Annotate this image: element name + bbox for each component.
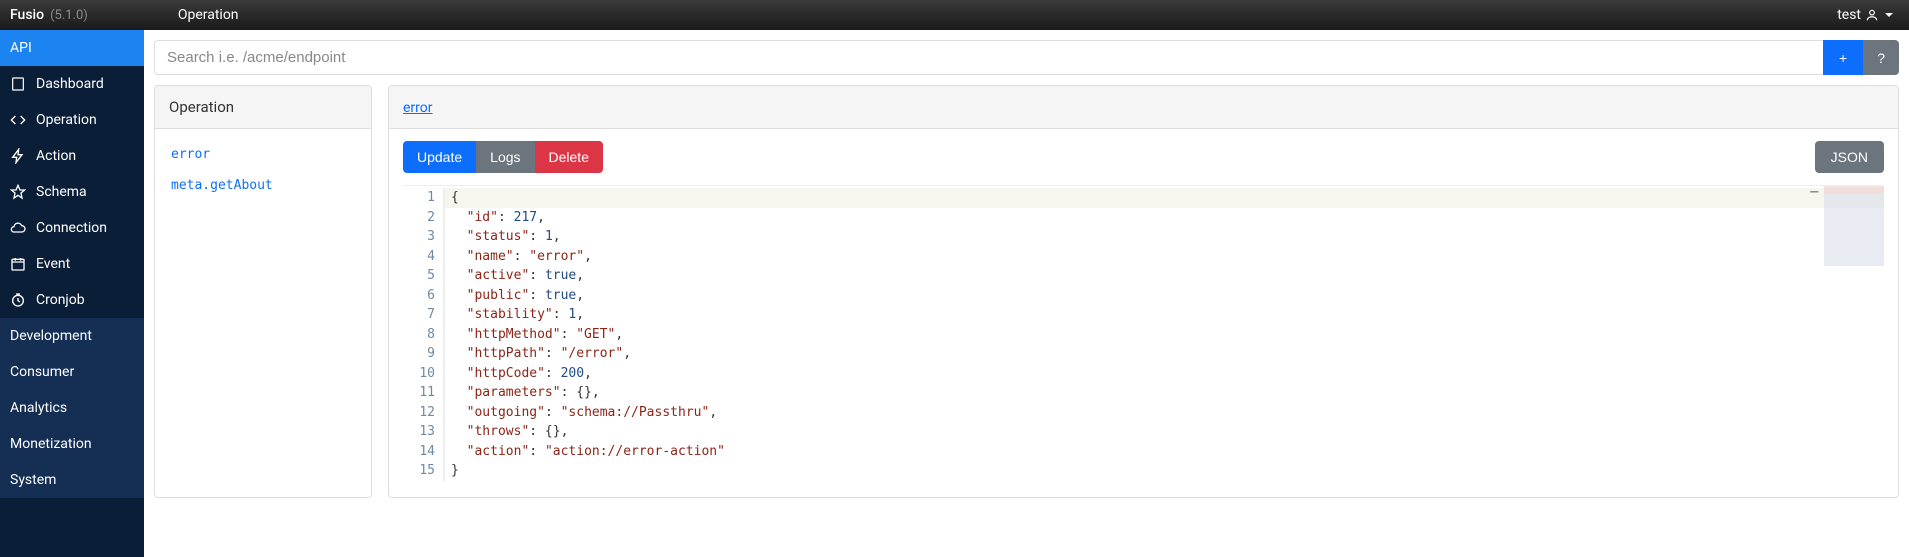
clock-icon: [10, 292, 26, 308]
sidebar-item-analytics[interactable]: Analytics: [0, 390, 144, 426]
sidebar-item-label: Schema: [36, 184, 87, 200]
sidebar-item-label: Monetization: [10, 436, 92, 452]
bolt-icon: [10, 148, 26, 164]
operation-list-title: Operation: [155, 86, 371, 129]
sidebar-item-cronjob[interactable]: Cronjob: [0, 282, 144, 318]
sidebar-item-monetization[interactable]: Monetization: [0, 426, 144, 462]
sidebar-item-development[interactable]: Development: [0, 318, 144, 354]
star-icon: [10, 184, 26, 200]
add-button[interactable]: +: [1823, 40, 1863, 75]
sidebar-item-consumer[interactable]: Consumer: [0, 354, 144, 390]
sidebar-item-connection[interactable]: Connection: [0, 210, 144, 246]
sidebar-item-label: Action: [36, 148, 76, 164]
sidebar-item-action[interactable]: Action: [0, 138, 144, 174]
sidebar-item-dashboard[interactable]: Dashboard: [0, 66, 144, 102]
help-button[interactable]: ?: [1863, 40, 1899, 75]
code-icon: [10, 112, 26, 128]
topbar: Fusio (5.1.0) Operation test: [0, 0, 1909, 30]
brand-version: (5.1.0): [50, 8, 88, 23]
sidebar-item-api[interactable]: API: [0, 30, 144, 66]
editor-minimap[interactable]: [1824, 186, 1884, 266]
sidebar: API Dashboard Operation Action Schema Connect…: [0, 30, 144, 557]
brand-link[interactable]: Fusio (5.1.0): [10, 7, 88, 23]
chevron-down-icon: [1885, 13, 1893, 17]
operation-list-item[interactable]: error: [169, 139, 357, 170]
user-menu[interactable]: test: [1831, 7, 1899, 23]
brand-name: Fusio: [10, 7, 44, 23]
delete-button[interactable]: Delete: [535, 141, 603, 173]
operation-detail-panel: error Update Logs Delete JSON − 12345678…: [388, 85, 1899, 498]
fold-icon[interactable]: −: [1809, 182, 1820, 202]
sidebar-item-label: Connection: [36, 220, 107, 236]
sidebar-item-label: Event: [36, 256, 70, 272]
sidebar-item-event[interactable]: Event: [0, 246, 144, 282]
sidebar-item-label: Analytics: [10, 400, 67, 416]
json-button[interactable]: JSON: [1815, 141, 1884, 173]
operation-list-item[interactable]: meta.getAbout: [169, 170, 357, 201]
update-button[interactable]: Update: [403, 141, 476, 173]
sidebar-item-label: Dashboard: [36, 76, 104, 92]
sidebar-item-operation[interactable]: Operation: [0, 102, 144, 138]
sidebar-item-label: Development: [10, 328, 92, 344]
operation-list: errormeta.getAbout: [155, 129, 371, 211]
user-name: test: [1837, 7, 1861, 23]
cloud-icon: [10, 220, 26, 236]
dashboard-icon: [10, 76, 26, 92]
main-content: + ? Operation errormeta.getAbout error U…: [144, 30, 1909, 557]
page-title: Operation: [178, 7, 239, 23]
sidebar-item-schema[interactable]: Schema: [0, 174, 144, 210]
sidebar-item-label: System: [10, 472, 56, 488]
calendar-icon: [10, 256, 26, 272]
sidebar-item-label: Cronjob: [36, 292, 85, 308]
json-editor[interactable]: − 123456789101112131415 { "id": 217, "st…: [403, 185, 1884, 483]
user-icon: [1865, 8, 1879, 22]
logs-button[interactable]: Logs: [476, 141, 534, 173]
sidebar-item-label: Operation: [36, 112, 97, 128]
sidebar-item-system[interactable]: System: [0, 462, 144, 498]
operation-list-panel: Operation errormeta.getAbout: [154, 85, 372, 498]
sidebar-item-label: API: [10, 40, 32, 56]
sidebar-item-label: Consumer: [10, 364, 74, 380]
editor-code[interactable]: { "id": 217, "status": 1, "name": "error…: [443, 186, 1884, 483]
search-input[interactable]: [154, 40, 1823, 75]
editor-gutter: 123456789101112131415: [403, 186, 443, 483]
operation-detail-title[interactable]: error: [403, 100, 433, 116]
